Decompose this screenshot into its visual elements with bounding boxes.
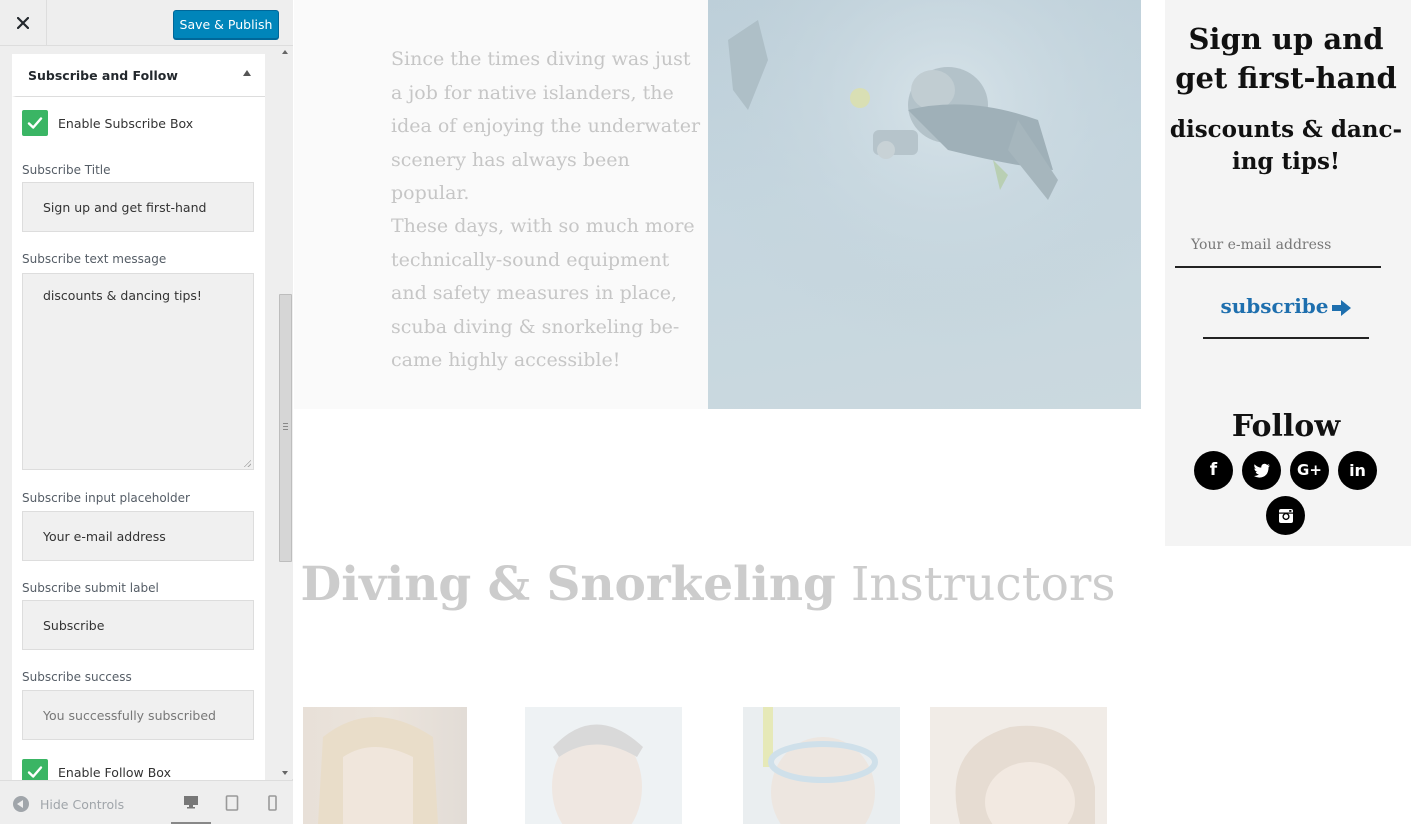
subscribe-placeholder-label: Subscribe input placeholder [22, 491, 190, 505]
linkedin-button[interactable]: in [1338, 451, 1377, 490]
arrow-right-icon [1331, 300, 1351, 316]
google-plus-icon: G+ [1297, 461, 1322, 479]
subscribe-submit-label: Subscribe submit label [22, 581, 159, 595]
subscribe-follow-panel: Subscribe and Follow Enable Subscribe Bo… [12, 54, 265, 780]
grip-icon [283, 423, 288, 430]
intro-paragraph: Since the times diving was just a job fo… [391, 48, 701, 204]
instructor-photo [743, 707, 900, 824]
device-desktop-button[interactable] [171, 781, 211, 824]
enable-follow-row[interactable]: Enable Follow Box [22, 759, 171, 780]
subscribe-success-label: Subscribe success [22, 670, 132, 684]
close-button[interactable] [0, 0, 47, 46]
subscribe-button-label: subscribe [1220, 294, 1329, 318]
subscribe-message-textarea[interactable]: discounts & dancing tips! [22, 273, 254, 470]
hide-controls-label: Hide Controls [40, 796, 125, 812]
collapse-caret-icon [243, 70, 251, 76]
scroll-up-arrow-icon[interactable] [282, 50, 288, 54]
diver-photo [708, 0, 1141, 409]
email-input[interactable]: Your e-mail address [1175, 228, 1381, 268]
follow-title: Follow [1231, 409, 1341, 444]
section-title: Subscribe and Follow [28, 68, 178, 83]
panel-scrollbar[interactable] [278, 46, 293, 779]
close-icon [17, 17, 29, 29]
subscribe-success-input[interactable]: You successfully subscribed [22, 690, 254, 740]
intro-text-block: Since the times diving was just a job fo… [294, 0, 709, 409]
device-tablet-button[interactable] [212, 781, 252, 824]
customizer-header: Save & Publish [0, 0, 293, 46]
subscribe-title: Sign up and get first-hand [1175, 22, 1397, 95]
instagram-button[interactable] [1266, 496, 1305, 535]
enable-follow-checkbox[interactable] [22, 759, 48, 780]
linkedin-icon: in [1349, 460, 1366, 480]
instructors-heading-bold: Diving & Snorkeling [300, 557, 836, 612]
checkmark-icon [27, 117, 43, 129]
subscribe-title-input[interactable]: Sign up and get first-hand [22, 182, 254, 232]
facebook-button[interactable]: f [1194, 451, 1233, 490]
instructors-heading: Diving & Snorkeling Instructors [294, 557, 1122, 612]
desktop-icon [184, 795, 198, 808]
enable-subscribe-checkbox[interactable] [22, 110, 48, 136]
enable-follow-label: Enable Follow Box [58, 764, 171, 780]
section-header[interactable]: Subscribe and Follow [12, 54, 265, 97]
subscribe-message: discounts & danc-ing tips! [1169, 116, 1403, 175]
subscribe-button[interactable]: subscribe [1203, 294, 1369, 339]
subscribe-message-label: Subscribe text message [22, 252, 167, 266]
enable-subscribe-label: Enable Subscribe Box [58, 115, 194, 131]
mobile-icon [268, 795, 277, 811]
instructors-heading-light: Instructors [850, 557, 1116, 612]
subscribe-message-text: discounts & dancing tips! [43, 288, 202, 303]
hide-controls-button[interactable]: Hide Controls [13, 796, 124, 812]
subscribe-title-label: Subscribe Title [22, 163, 111, 177]
twitter-button[interactable] [1242, 451, 1281, 490]
twitter-icon [1253, 463, 1270, 478]
instructor-photo [303, 707, 467, 824]
resize-handle-icon[interactable] [243, 459, 251, 467]
instagram-icon [1278, 508, 1293, 523]
scrollbar-thumb[interactable] [279, 294, 292, 562]
subscribe-placeholder-input[interactable]: Your e-mail address [22, 511, 254, 561]
facebook-icon: f [1209, 460, 1218, 480]
site-preview: Since the times diving was just a job fo… [294, 0, 1411, 824]
subscribe-submit-input[interactable]: Subscribe [22, 600, 254, 650]
enable-subscribe-row[interactable]: Enable Subscribe Box [22, 110, 193, 136]
intro-paragraph: These days, with so much more technicall… [391, 215, 695, 371]
google-plus-button[interactable]: G+ [1290, 451, 1329, 490]
subscribe-widget: Sign up and get first-hand discounts & d… [1165, 0, 1411, 546]
instructor-photo [525, 707, 682, 824]
customizer-footer: Hide Controls [0, 780, 293, 824]
instructor-photo [930, 707, 1107, 824]
scroll-down-arrow-icon[interactable] [282, 771, 288, 775]
collapse-arrow-icon [13, 796, 29, 812]
customizer-sidebar: Save & Publish Subscribe and Follow Enab… [0, 0, 293, 824]
device-mobile-button[interactable] [252, 781, 292, 824]
checkmark-icon [27, 766, 43, 778]
tablet-icon [225, 795, 239, 811]
save-publish-button[interactable]: Save & Publish [173, 10, 279, 39]
